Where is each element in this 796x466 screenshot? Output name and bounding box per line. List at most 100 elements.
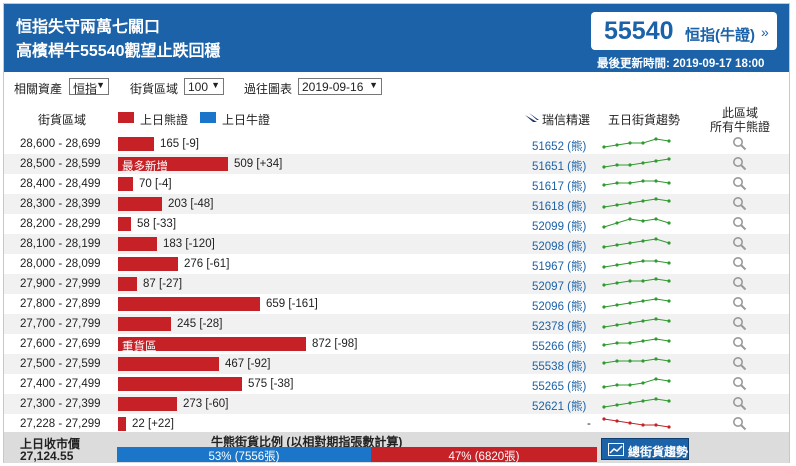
zone-select[interactable]: 100 ▼ <box>184 78 224 95</box>
bear-value: 467 [-92] <box>225 358 270 370</box>
credit-suisse-sails-icon <box>525 113 539 122</box>
quote-index: 恒指(牛證) <box>685 27 755 44</box>
bear-change: [-33] <box>153 218 177 230</box>
bear-count: 273 <box>183 398 203 410</box>
warrant-code-link[interactable]: 52621 (熊) <box>532 398 586 414</box>
zone-label: 街貨區域 <box>130 82 179 96</box>
trend-point <box>654 297 658 301</box>
warrant-code-link[interactable]: 55538 (熊) <box>532 358 586 374</box>
five-day-trend-sparkline <box>602 417 671 429</box>
bear-value: 58 [-33] <box>137 218 176 230</box>
warrant-code-link[interactable]: 52099 (熊) <box>532 218 586 234</box>
trend-point <box>667 241 671 245</box>
zone-range: 28,000 - 28,099 <box>20 258 101 270</box>
zone-range: 27,900 - 27,999 <box>20 278 101 290</box>
search-icon[interactable] <box>732 196 747 211</box>
search-icon[interactable] <box>732 356 747 371</box>
bear-bar <box>118 397 177 411</box>
trend-point <box>641 423 645 427</box>
double-chevron-right-icon: » <box>761 24 769 40</box>
warrant-code-link[interactable]: 55266 (熊) <box>532 338 586 354</box>
search-icon[interactable] <box>732 276 747 291</box>
trend-point <box>628 301 632 305</box>
filter-bar: 相關資產 恒指 ▼ 街貨區域 100 ▼ 過往圖表 2019-09-16 ▼ <box>4 72 789 102</box>
trend-point <box>667 139 671 143</box>
warrant-code-link[interactable]: 51617 (熊) <box>532 178 586 194</box>
trend-point <box>602 205 606 209</box>
trend-point <box>641 219 645 223</box>
search-icon[interactable] <box>732 156 747 171</box>
warrant-code-link[interactable]: 55265 (熊) <box>532 378 586 394</box>
trend-point <box>615 303 619 307</box>
trend-point <box>602 343 606 347</box>
trend-point <box>602 385 606 389</box>
table-row: 27,800 - 27,899 659 [-161] 52096 (熊) <box>4 294 789 314</box>
zone-range: 27,600 - 27,699 <box>20 338 101 350</box>
asset-label: 相關資產 <box>14 82 63 96</box>
trend-point <box>667 181 671 185</box>
trend-point <box>667 425 671 429</box>
bear-count: 22 <box>132 418 145 430</box>
search-icon[interactable] <box>732 416 747 431</box>
chart-label: 過往圖表 <box>244 82 293 96</box>
trend-point <box>615 359 619 363</box>
trend-point <box>641 399 645 403</box>
last-updated: 最後更新時間: 2019-09-17 18:00 <box>597 58 765 70</box>
warrant-code-link[interactable]: 52096 (熊) <box>532 298 586 314</box>
warrant-code-link[interactable]: 51967 (熊) <box>532 258 586 274</box>
warrant-code-link[interactable]: 52098 (熊) <box>532 238 586 254</box>
bear-change: [-38] <box>270 378 294 390</box>
search-icon[interactable] <box>732 176 747 191</box>
total-trend-label: 總街貨趨勢 <box>628 445 689 459</box>
trend-point <box>667 221 671 225</box>
search-icon[interactable] <box>732 336 747 351</box>
zone-range: 28,100 - 28,199 <box>20 238 101 250</box>
trend-point <box>641 259 645 263</box>
warrant-code-link[interactable]: 52378 (熊) <box>532 318 586 334</box>
bear-bar <box>118 277 137 291</box>
trend-point <box>654 159 658 163</box>
asset-select-value: 恒指 <box>73 82 98 96</box>
trend-point <box>641 381 645 385</box>
zone-range: 28,600 - 28,699 <box>20 138 101 150</box>
search-icon[interactable] <box>732 236 747 251</box>
bull-legend: 上日牛證 <box>222 113 271 127</box>
search-icon[interactable] <box>732 316 747 331</box>
search-icon[interactable] <box>732 296 747 311</box>
trend-point <box>641 279 645 283</box>
search-icon[interactable] <box>732 136 747 151</box>
trend-point <box>654 337 658 341</box>
bear-value: 659 [-161] <box>266 298 318 310</box>
trend-point <box>654 137 658 141</box>
trend-point <box>628 359 632 363</box>
bear-value: 276 [-61] <box>184 258 229 270</box>
trend-point <box>628 163 632 167</box>
total-trend-button[interactable]: 總街貨趨勢 <box>601 438 689 460</box>
trend-point <box>641 239 645 243</box>
trend-point <box>628 141 632 145</box>
warrant-code-link[interactable]: 51618 (熊) <box>532 198 586 214</box>
trend-point <box>654 377 658 381</box>
trend-point <box>641 299 645 303</box>
warrant-code-link[interactable]: 51651 (熊) <box>532 158 586 174</box>
zone-range: 27,300 - 27,399 <box>20 398 101 410</box>
bear-bar <box>118 377 242 391</box>
bear-count: 58 <box>137 218 150 230</box>
bear-value: 70 [-4] <box>139 178 172 190</box>
trend-point <box>628 383 632 387</box>
quote-link[interactable]: 55540 恒指(牛證) » <box>591 12 777 50</box>
table-row: 27,400 - 27,499 575 [-38] 55265 (熊) <box>4 374 789 394</box>
warrant-code-link[interactable]: 51652 (熊) <box>532 138 586 154</box>
search-icon[interactable] <box>732 376 747 391</box>
bear-value: 87 [-27] <box>143 278 182 290</box>
zone-range: 28,200 - 28,299 <box>20 218 101 230</box>
search-icon[interactable] <box>732 216 747 231</box>
warrant-code-link[interactable]: 52097 (熊) <box>532 278 586 294</box>
bar-tag: 重貨區 <box>122 341 157 353</box>
search-icon[interactable] <box>732 256 747 271</box>
trend-point <box>615 203 619 207</box>
search-icon[interactable] <box>732 396 747 411</box>
chart-date-select[interactable]: 2019-09-16 ▼ <box>298 78 382 95</box>
asset-select[interactable]: 恒指 ▼ <box>69 78 109 96</box>
bear-value: 165 [-9] <box>160 138 199 150</box>
